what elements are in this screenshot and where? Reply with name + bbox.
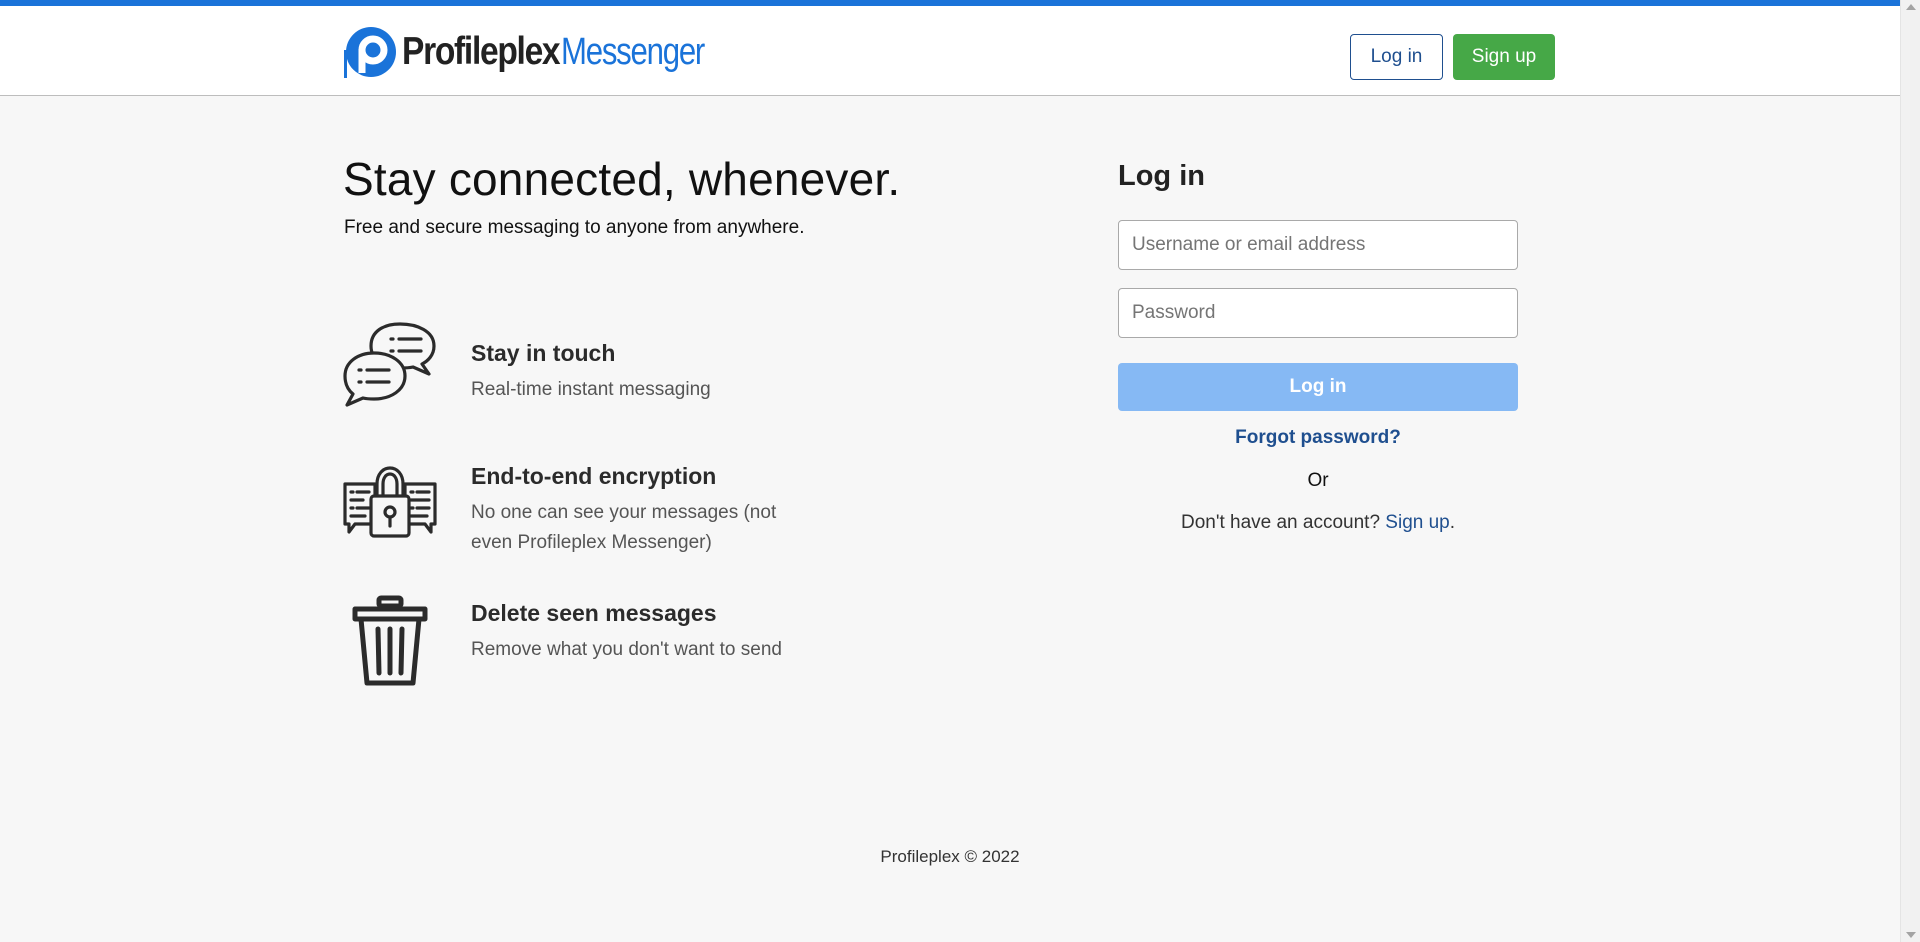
feature-description: No one can see your messages (not even P… (471, 502, 777, 553)
scroll-down-arrow-icon[interactable] (1906, 932, 1916, 938)
username-input[interactable] (1118, 220, 1518, 270)
login-form-title: Log in (1118, 160, 1205, 192)
or-separator: Or (1307, 470, 1329, 491)
hero-title: Stay connected, whenever. (343, 153, 901, 205)
trash-can-icon (352, 595, 428, 686)
site-header: Profileplex Messenger Log in Sign up (0, 6, 1900, 96)
feature-description: Remove what you don't want to send (471, 639, 782, 660)
vertical-scrollbar[interactable] (1900, 0, 1920, 942)
header-signup-button[interactable]: Sign up (1453, 34, 1555, 80)
feature-item-stay-in-touch: Stay in touch Real-time instant messagin… (343, 322, 883, 412)
signup-link[interactable]: Sign up (1385, 512, 1449, 533)
password-input[interactable] (1118, 288, 1518, 338)
login-submit-button[interactable]: Log in (1118, 363, 1518, 411)
brand-name-part2: Messenger (560, 30, 705, 73)
brand-name-part1: Profileplex (402, 30, 561, 73)
feature-item-delete-seen: Delete seen messages Remove what you don… (343, 595, 883, 705)
footer-copyright: Profileplex © 2022 (880, 847, 1020, 866)
no-account-text: Don't have an account? (1180, 512, 1386, 533)
feature-title: End-to-end encryption (471, 463, 717, 489)
scroll-up-arrow-icon[interactable] (1906, 4, 1916, 10)
feature-item-encryption: End-to-end encryption No one can see you… (343, 462, 883, 572)
feature-description: Real-time instant messaging (471, 379, 711, 400)
chat-bubbles-icon (343, 322, 436, 407)
profileplex-p-logo-icon (344, 27, 396, 78)
brand-logo[interactable]: Profileplex Messenger (344, 24, 735, 80)
header-login-button[interactable]: Log in (1350, 34, 1443, 80)
forgot-password-link[interactable]: Forgot password? (1118, 427, 1518, 449)
encryption-lock-icon (343, 466, 437, 538)
hero-subtitle: Free and secure messaging to anyone from… (344, 217, 805, 238)
page: Profileplex Messenger Log in Sign up Sta… (0, 0, 1900, 942)
signup-prompt: Don't have an account? Sign up. (1118, 512, 1518, 534)
signup-suffix: . (1449, 512, 1456, 533)
feature-title: Delete seen messages (471, 600, 717, 626)
feature-title: Stay in touch (471, 340, 616, 366)
